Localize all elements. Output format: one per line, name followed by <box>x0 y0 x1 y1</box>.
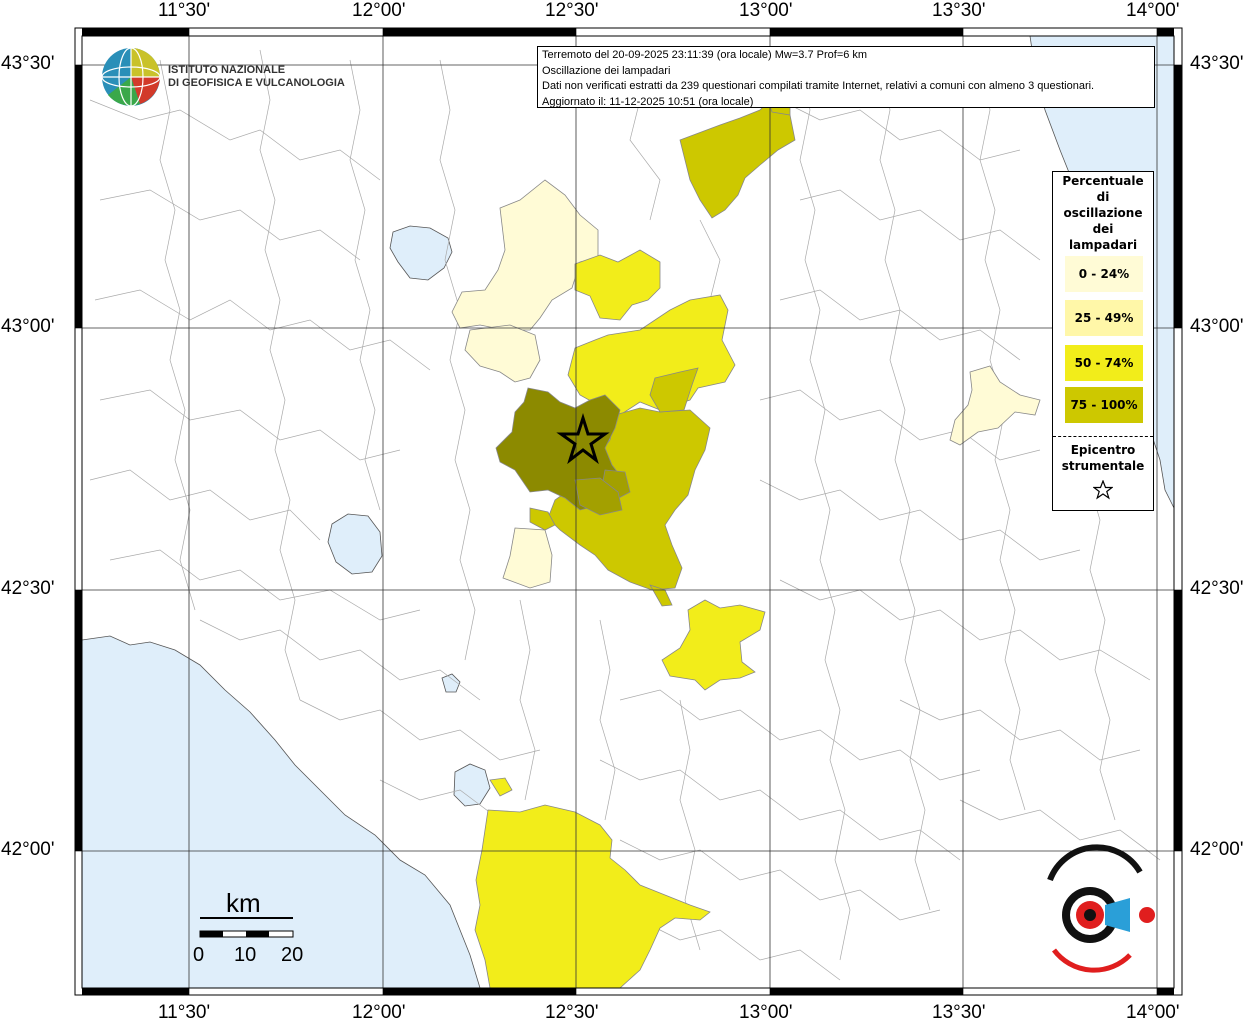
tick-lat-right-3: 42°30' <box>1190 578 1244 599</box>
tick-lon-bottom-6: 14°00' <box>1126 1002 1180 1023</box>
scale-label-0: 0 <box>193 944 205 966</box>
scale-label-20: 20 <box>281 944 304 966</box>
tick-lon-top-5: 13°30' <box>932 0 986 21</box>
event-info-line4: Aggiornato il: 11-12-2025 10:51 (ora loc… <box>542 95 754 108</box>
legend-epicenter-line: Epicentro <box>1070 443 1136 457</box>
event-info-line2: Oscillazione dei lampadari <box>542 64 671 77</box>
tick-lon-top-6: 14°00' <box>1126 0 1180 21</box>
ingv-logo-line1: ISTITUTO NAZIONALE <box>168 64 286 76</box>
legend: Percentuale di oscillazione dei lampadar… <box>1052 171 1154 511</box>
tick-lon-bottom-1: 11°30' <box>158 1002 211 1023</box>
map-canvas <box>74 27 1183 996</box>
legend-class-0-24: 0 - 24% <box>1065 256 1143 292</box>
event-info-line1: Terremoto del 20-09-2025 23:11:39 (ora l… <box>542 49 868 61</box>
tick-lon-top-4: 13°00' <box>739 0 793 21</box>
tick-lon-bottom-4: 13°00' <box>739 1002 793 1023</box>
legend-separator <box>1053 436 1153 437</box>
legend-title-line: Percentuale <box>1062 174 1144 188</box>
tick-lon-bottom-5: 13°30' <box>932 1002 986 1023</box>
tick-lon-top-3: 12°30' <box>545 0 599 21</box>
tick-lat-left-4: 42°00' <box>1 839 55 860</box>
scale-unit-label: km <box>226 888 261 918</box>
legend-title-line: dei <box>1092 222 1114 236</box>
legend-title-line: oscillazione <box>1063 206 1143 220</box>
tick-lat-left-1: 43°30' <box>1 53 55 74</box>
tick-lat-right-4: 42°00' <box>1190 839 1244 860</box>
tick-lon-bottom-3: 12°30' <box>545 1002 599 1023</box>
tick-lon-top-1: 11°30' <box>158 0 211 21</box>
legend-star-icon <box>1093 480 1113 500</box>
ingv-logo-text: ISTITUTO NAZIONALE DI GEOFISICA E VULCAN… <box>168 64 345 90</box>
legend-class-75-100: 75 - 100% <box>1065 387 1143 423</box>
tick-lat-left-3: 42°30' <box>1 578 55 599</box>
ingv-logo-line2: DI GEOFISICA E VULCANOLOGIA <box>168 77 345 89</box>
legend-class-25-49: 25 - 49% <box>1065 300 1143 336</box>
legend-title-line: lampadari <box>1068 238 1138 252</box>
legend-title: Percentuale di oscillazione dei lampadar… <box>1053 173 1153 253</box>
event-info-box: Terremoto del 20-09-2025 23:11:39 (ora l… <box>537 46 1155 108</box>
legend-class-50-74: 50 - 74% <box>1065 345 1143 381</box>
tick-lat-right-2: 43°00' <box>1190 316 1244 337</box>
legend-epicenter-label: Epicentro strumentale <box>1053 442 1153 474</box>
ingv-globe-icon <box>101 47 161 107</box>
event-info-line3: Dati non verificati estratti da 239 ques… <box>542 80 1095 92</box>
tick-lat-right-1: 43°30' <box>1190 53 1244 74</box>
tick-lon-top-2: 12°00' <box>352 0 406 21</box>
tick-lat-left-2: 43°00' <box>1 316 55 337</box>
legend-title-line: di <box>1096 190 1110 204</box>
tick-lon-bottom-2: 12°00' <box>352 1002 406 1023</box>
legend-epicenter-line: strumentale <box>1061 459 1145 473</box>
scale-label-10: 10 <box>234 944 257 966</box>
